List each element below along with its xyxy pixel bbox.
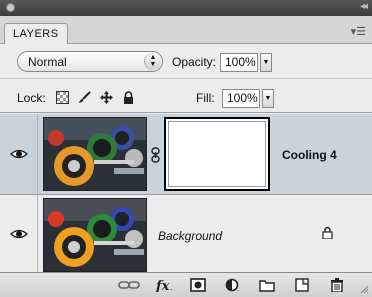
motorcycles-image [44,118,146,190]
layer-thumbnail[interactable] [43,117,147,191]
layer-name[interactable]: Background [158,229,222,243]
lock-transparent-icon[interactable] [56,91,69,104]
fill-label: Fill: [196,91,215,105]
opacity-field[interactable]: 100% [220,53,258,72]
lock-paint-icon[interactable] [78,91,91,104]
stepper-arrows-icon: ▲ ▼ [144,53,161,70]
visibility-cell[interactable] [0,114,38,194]
svg-text:fx: fx [155,279,170,292]
panel-menu-icon[interactable]: ▾☰ [351,25,366,38]
link-layers-icon[interactable] [118,278,140,292]
opacity-label: Opacity: [172,55,217,69]
layer-mask-thumbnail[interactable] [164,117,270,191]
svg-text:.: . [237,284,239,292]
layer-row[interactable]: Background [0,195,372,272]
layers-toolbar: fx . . [0,272,372,297]
fx-icon[interactable]: fx . [155,278,175,292]
layer-row[interactable]: Cooling 4 [0,114,372,194]
lock-all-icon[interactable] [122,91,135,104]
collapse-icon[interactable]: ◂◂ [360,1,368,12]
blend-row: Normal ▲ ▼ Opacity: 100% ▼ [0,45,372,79]
eye-icon[interactable] [10,228,28,240]
motorcycles-image [44,199,146,271]
lock-row: Lock: Fill: 100% ▼ [0,80,372,113]
visibility-cell[interactable] [0,195,38,272]
fill-dropdown-icon[interactable]: ▼ [262,89,274,108]
blend-mode-value: Normal [28,55,67,69]
tab-bar: LAYERS ▾☰ [0,16,372,44]
mask-link-icon[interactable] [151,147,160,163]
add-mask-icon[interactable] [190,278,206,292]
new-group-icon[interactable] [259,278,275,292]
svg-text:.: . [170,282,173,292]
layer-thumbnail[interactable] [43,198,147,272]
lock-label: Lock: [17,91,46,105]
trash-icon[interactable] [329,278,345,292]
new-layer-icon[interactable] [294,278,310,292]
adjustment-layer-icon[interactable]: . [225,278,241,292]
eye-icon[interactable] [10,148,28,160]
panel-titlebar: ◂◂ [0,0,372,16]
layers-list: Cooling 4 Background [0,114,372,272]
fill-field[interactable]: 100% [222,89,260,108]
tab-layers[interactable]: LAYERS [4,23,68,44]
resize-grip-icon[interactable] [359,284,369,294]
layer-lock-icon [322,226,333,239]
blend-mode-select[interactable]: Normal ▲ ▼ [17,51,163,72]
opacity-dropdown-icon[interactable]: ▼ [260,53,272,72]
lock-position-icon[interactable] [100,91,113,104]
close-icon[interactable] [6,3,15,12]
layer-name[interactable]: Cooling 4 [282,148,337,162]
